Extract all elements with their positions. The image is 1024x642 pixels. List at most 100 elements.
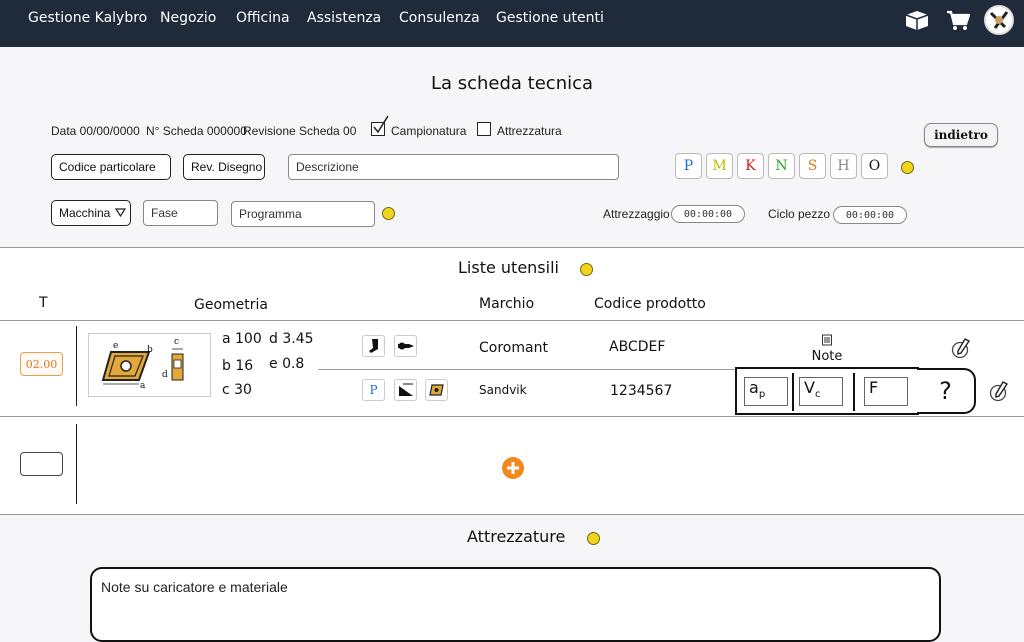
iso-p-button[interactable]: P	[675, 153, 702, 179]
programma-input[interactable]: Programma	[231, 201, 375, 227]
attrezzature-status-dot	[587, 532, 600, 545]
diagram-letter-c: c	[174, 337, 180, 347]
geometry-e: e 0.8	[269, 356, 305, 372]
iso-p-label: P	[683, 158, 694, 174]
sheet-date: Data 00/00/0000	[51, 124, 140, 138]
attrezzatura-checkbox[interactable]	[477, 122, 491, 136]
new-row-divider	[76, 424, 77, 504]
vc-subscript: c	[814, 389, 821, 401]
drill-icon	[397, 342, 414, 350]
back-button[interactable]: indietro	[924, 123, 998, 147]
insert-preview-button[interactable]	[425, 379, 448, 401]
descrizione-placeholder: Descrizione	[296, 160, 359, 174]
fase-input[interactable]: Fase	[143, 200, 218, 226]
programma-status-dot	[382, 207, 395, 220]
attrezzature-notes-textarea[interactable]: Note su caricatore e materiale	[90, 567, 941, 642]
tool-number-badge[interactable]: 02.00	[20, 352, 63, 376]
ap-field[interactable]: ap	[744, 377, 788, 406]
attrezzaggio-time[interactable]: 00:00:00	[671, 205, 745, 223]
avatar-icon[interactable]	[983, 4, 1015, 41]
iso-h-label: H	[837, 158, 850, 174]
nav-gestione-utenti[interactable]: Gestione utenti	[496, 10, 604, 26]
iso-s-label: S	[807, 158, 818, 174]
f-label: F	[869, 378, 879, 397]
ap-subscript: p	[758, 389, 766, 401]
attrezzature-title: Attrezzature	[467, 527, 566, 546]
nav-consulenza[interactable]: Consulenza	[399, 10, 480, 26]
iso-status-dot	[901, 161, 914, 174]
page-title: La scheda tecnica	[430, 73, 594, 94]
tool-subrow-divider	[318, 369, 738, 370]
row-1-codice: ABCDEF	[609, 339, 666, 355]
row-2-codice: 1234567	[610, 383, 673, 399]
iso-k-button[interactable]: K	[737, 153, 764, 179]
insert-shape-button[interactable]	[394, 335, 417, 357]
iso-group-p-badge[interactable]: P	[362, 379, 385, 401]
boring-bar-icon	[368, 339, 378, 353]
note-icon	[822, 334, 832, 346]
add-tool-icon[interactable]	[501, 456, 525, 484]
sheet-revision: Revisione Scheda 00	[243, 124, 357, 138]
geometry-c: c 30	[222, 382, 252, 398]
macchina-label: Macchina	[59, 206, 111, 220]
geometry-d: d 3.45	[269, 331, 314, 347]
note-label: Note	[811, 349, 843, 364]
insert-diagram: e b a c d	[88, 333, 211, 397]
diagram-letter-e: e	[113, 341, 119, 351]
codice-particolare-field[interactable]: Codice particolare	[51, 154, 171, 180]
rev-disegno-field[interactable]: Rev. Disegno	[183, 154, 265, 180]
nav-negozio[interactable]: Negozio	[160, 10, 216, 26]
descrizione-input[interactable]: Descrizione	[288, 154, 619, 180]
angle-icon	[398, 383, 413, 396]
nav-gestione-kalybro[interactable]: Gestione Kalybro	[28, 10, 147, 26]
cart-icon[interactable]	[946, 10, 971, 37]
iso-m-button[interactable]: M	[706, 153, 733, 179]
tool-row-bottom	[0, 416, 1024, 417]
box-icon[interactable]	[904, 9, 930, 36]
campionatura-checkbox[interactable]	[371, 115, 389, 136]
tools-header-divider	[0, 320, 1024, 321]
attrezzature-notes-placeholder: Note su caricatore e materiale	[101, 579, 288, 595]
iso-s-button[interactable]: S	[799, 153, 826, 179]
col-header-codice: Codice prodotto	[594, 296, 706, 312]
iso-k-label: K	[745, 158, 756, 174]
insert-geometry-icon	[101, 348, 184, 385]
holder-type-button[interactable]	[362, 335, 385, 357]
diagram-letter-d: d	[162, 370, 168, 380]
vc-field[interactable]: Vc	[799, 377, 843, 406]
iso-h-button[interactable]: H	[830, 153, 857, 179]
col-header-marchio: Marchio	[479, 296, 535, 312]
params-divider-2	[853, 373, 855, 411]
tools-title: Liste utensili	[458, 258, 559, 277]
holder-badge: P	[369, 383, 378, 397]
iso-n-button[interactable]: N	[768, 153, 795, 179]
ciclo-pezzo-time[interactable]: 00:00:00	[833, 206, 907, 224]
sheet-number: N° Scheda 000000	[146, 124, 247, 138]
attrezzaggio-label: Attrezzaggio	[603, 207, 670, 221]
fase-placeholder: Fase	[151, 206, 178, 220]
iso-o-button[interactable]: O	[861, 153, 888, 179]
note-button[interactable]: Note	[804, 331, 850, 364]
cutting-angle-button[interactable]	[394, 379, 417, 401]
ap-label: a	[749, 378, 759, 397]
edit-tool-icon[interactable]	[951, 337, 973, 363]
params-divider-1	[792, 373, 794, 411]
col-header-geometria: Geometria	[194, 297, 268, 313]
attrezzaggio-value: 00:00:00	[683, 208, 733, 220]
rev-disegno-label: Rev. Disegno	[191, 160, 263, 174]
f-field[interactable]: F	[864, 377, 908, 406]
edit-params-icon[interactable]	[989, 380, 1011, 406]
codice-particolare-label: Codice particolare	[59, 160, 156, 174]
diagram-letter-b: b	[147, 345, 153, 355]
col-header-t: T	[39, 295, 48, 311]
campionatura-label: Campionatura	[391, 124, 467, 138]
tools-status-dot	[580, 263, 593, 276]
nav-assistenza[interactable]: Assistenza	[307, 10, 381, 26]
macchina-select[interactable]: Macchina	[51, 200, 131, 226]
top-nav: Gestione Kalybro Negozio Officina Assist…	[0, 0, 1024, 47]
new-tool-number-field[interactable]	[20, 452, 63, 476]
help-button[interactable]: ?	[917, 368, 976, 414]
row-1-marchio: Coromant	[479, 340, 548, 356]
iso-n-label: N	[775, 158, 788, 174]
nav-officina[interactable]: Officina	[236, 10, 290, 26]
